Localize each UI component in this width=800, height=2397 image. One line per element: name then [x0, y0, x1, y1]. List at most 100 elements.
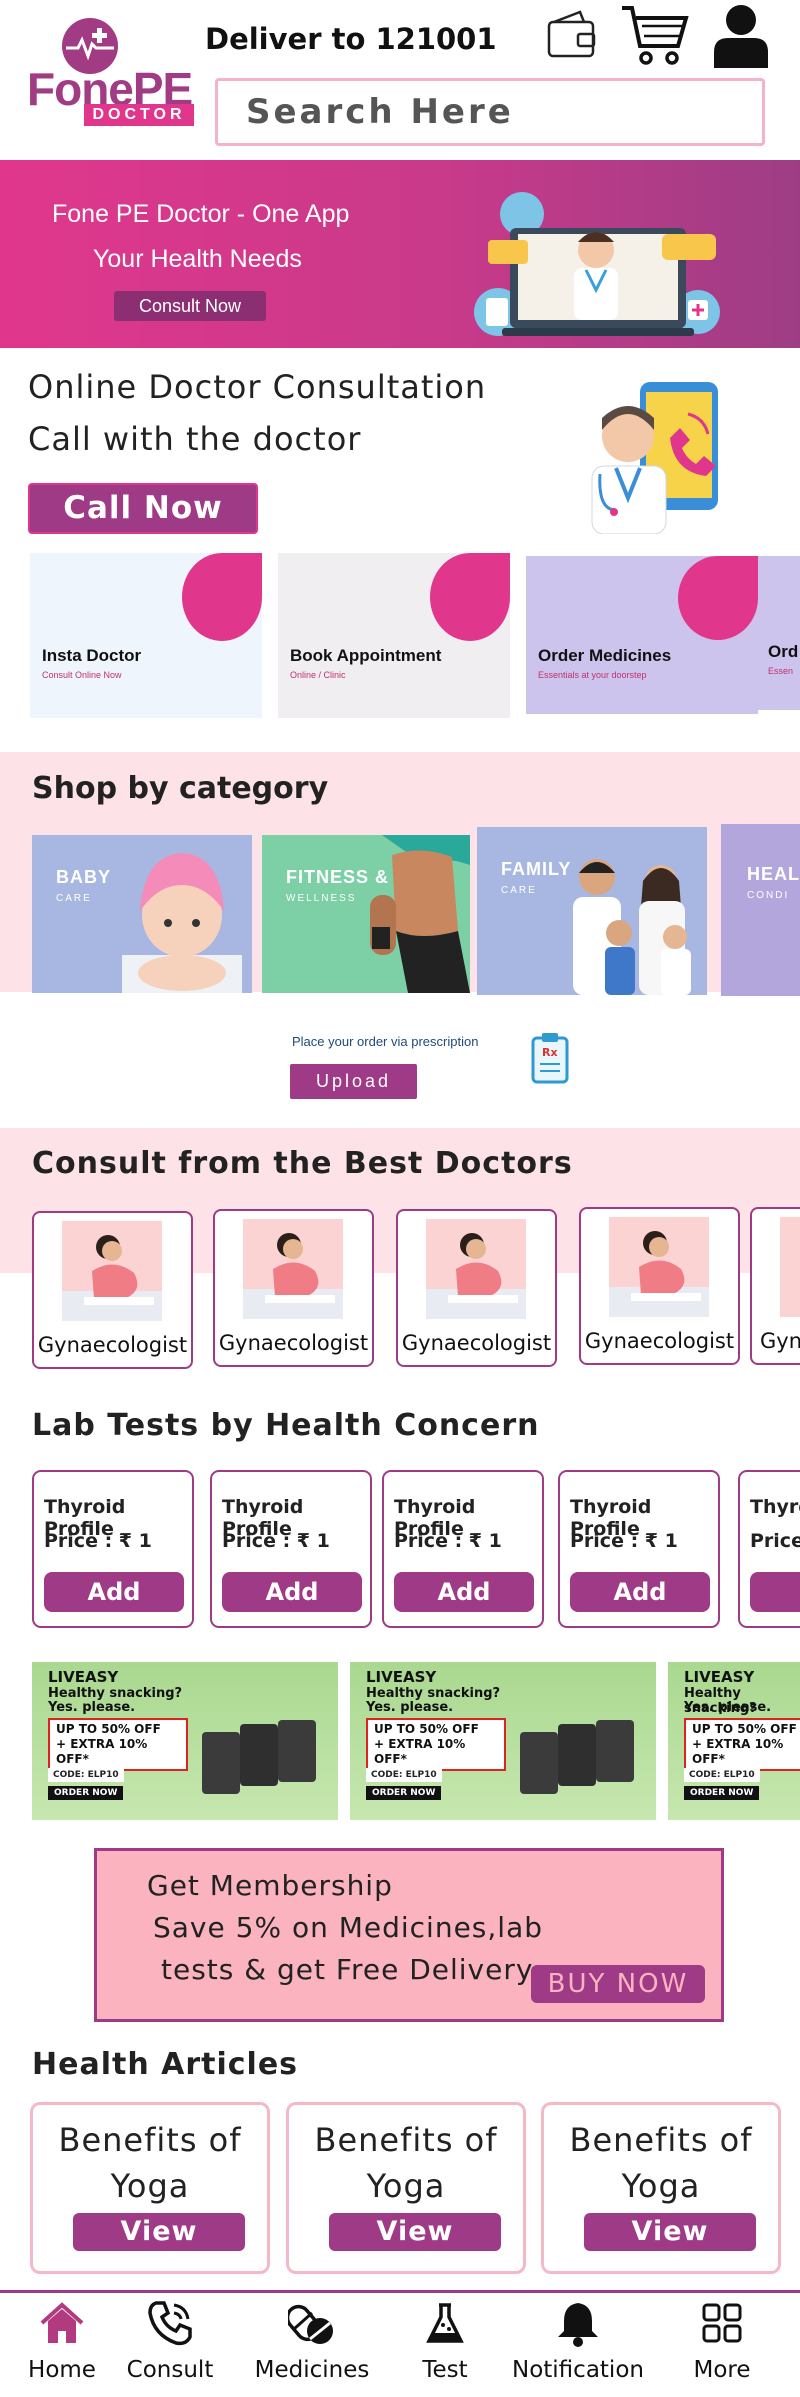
- lab-test-price: Price : ₹ 1: [570, 1530, 678, 1552]
- nav-label: Consult: [126, 2357, 214, 2383]
- promo-subheadline: Yes. please.: [48, 1700, 136, 1715]
- category-label: BABY: [56, 867, 112, 887]
- view-button[interactable]: View: [73, 2213, 245, 2251]
- add-button[interactable]: A: [750, 1572, 800, 1612]
- doctor-card[interactable]: Gynaecologist: [32, 1211, 193, 1369]
- home-icon: [40, 2302, 84, 2343]
- product-jar: [596, 1720, 634, 1782]
- doctor-card[interactable]: Gynaecologist: [396, 1209, 557, 1367]
- call-now-button[interactable]: Call Now: [28, 483, 258, 534]
- doctor-specialty: Gynaecologist: [584, 1329, 735, 1353]
- article-title-line1: Benefits of: [314, 2121, 498, 2159]
- article-title-line2: Yoga: [366, 2167, 446, 2205]
- membership-benefit-line1: Save 5% on Medicines,lab: [153, 1911, 544, 1944]
- product-jar: [558, 1724, 596, 1786]
- add-button[interactable]: Add: [570, 1572, 710, 1612]
- doctor-specialty: Gyn: [760, 1329, 800, 1353]
- deliver-location[interactable]: Deliver to 121001: [205, 22, 497, 56]
- promo-code: CODE: ELP10: [366, 1768, 442, 1782]
- nav-label: Notification: [512, 2357, 644, 2383]
- doctor-card-partial[interactable]: Gyn: [750, 1207, 800, 1365]
- view-button[interactable]: View: [329, 2213, 501, 2251]
- nav-item-consult[interactable]: Consult: [120, 2299, 220, 2383]
- cart-icon[interactable]: [618, 2, 690, 72]
- promo-offer: UP TO 50% OFF + EXTRA 10% OFF*: [684, 1718, 800, 1771]
- category-family-care[interactable]: FAMILY CARE: [477, 827, 707, 995]
- upload-button[interactable]: Upload: [290, 1064, 417, 1099]
- category-health-conditions[interactable]: HEAL CONDI: [721, 824, 800, 996]
- promo-code: CODE: ELP10: [48, 1768, 124, 1782]
- article-title-line1: Benefits of: [58, 2121, 242, 2159]
- add-button[interactable]: Add: [222, 1572, 362, 1612]
- nav-item-notification[interactable]: Notification: [504, 2299, 652, 2383]
- service-title: Book Appointment: [290, 646, 442, 665]
- lab-test-card[interactable]: Thyroid Profile Price : ₹ 1 Add: [32, 1470, 194, 1628]
- category-baby-care[interactable]: BABY CARE: [32, 835, 252, 993]
- promo-offer: UP TO 50% OFF + EXTRA 10% OFF*: [366, 1718, 506, 1771]
- add-button[interactable]: Add: [394, 1572, 534, 1612]
- promo-brand: LIVEASY: [366, 1668, 437, 1686]
- service-illustration-bg: [430, 553, 510, 641]
- order-now-button[interactable]: ORDER NOW: [684, 1786, 760, 1800]
- add-button[interactable]: Add: [44, 1572, 184, 1612]
- fitness-photo: [370, 835, 470, 993]
- doctor-specialty: Gynaecologist: [37, 1333, 188, 1357]
- category-fitness-wellness[interactable]: FITNESS & WELLNESS: [262, 835, 470, 993]
- promo-subheadline: Yes. please.: [366, 1700, 454, 1715]
- service-title: Ord: [768, 642, 799, 661]
- nav-label: Medicines: [254, 2357, 370, 2383]
- consult-now-button[interactable]: Consult Now: [114, 291, 266, 321]
- doctor-specialty: Gynaecologist: [401, 1331, 552, 1355]
- nav-item-home[interactable]: Home: [24, 2299, 100, 2383]
- doctor-image: [426, 1219, 526, 1319]
- logo-sub: DOCTOR: [84, 104, 194, 126]
- wallet-icon[interactable]: [544, 8, 600, 68]
- order-now-button[interactable]: ORDER NOW: [48, 1786, 124, 1800]
- svg-text:Rx: Rx: [542, 1046, 558, 1059]
- promo-offer: UP TO 50% OFF + EXTRA 10% OFF*: [48, 1718, 188, 1771]
- articles-title: Health Articles: [32, 2047, 299, 2082]
- nav-label: Home: [28, 2357, 96, 2383]
- article-card[interactable]: Benefits of Yoga View: [541, 2102, 781, 2274]
- lab-test-card[interactable]: Thyroid Profile Price : ₹ 1 Add: [210, 1470, 372, 1628]
- doctor-image: [609, 1217, 709, 1317]
- article-card[interactable]: Benefits of Yoga View: [30, 2102, 270, 2274]
- lab-test-price: Price: [750, 1530, 800, 1552]
- hero-banner: Fone PE Doctor - One App Your Health Nee…: [0, 160, 800, 348]
- service-card-book-appointment[interactable]: Book Appointment Online / Clinic: [278, 553, 510, 718]
- promo-banner[interactable]: LIVEASY Healthy snacking? Yes. please. U…: [350, 1662, 656, 1820]
- user-icon[interactable]: [710, 2, 772, 72]
- lab-title: Lab Tests by Health Concern: [32, 1408, 540, 1443]
- service-card-order-medicines[interactable]: Order Medicines Essentials at your doors…: [526, 556, 758, 714]
- nav-item-test[interactable]: Test: [410, 2299, 480, 2383]
- lab-test-card[interactable]: Thyroid Profile Price : ₹ 1 Add: [382, 1470, 544, 1628]
- promo-banner[interactable]: LIVEASY Healthy snacking? Yes. please. U…: [32, 1662, 338, 1820]
- search-input[interactable]: Search Here: [215, 78, 765, 146]
- doctor-image: [62, 1221, 162, 1321]
- service-card-insta-doctor[interactable]: Insta Doctor Consult Online Now: [30, 553, 262, 718]
- order-now-button[interactable]: ORDER NOW: [366, 1786, 442, 1800]
- product-jar: [278, 1720, 316, 1782]
- article-card[interactable]: Benefits of Yoga View: [286, 2102, 526, 2274]
- service-subtitle: Essen: [768, 666, 794, 676]
- buy-now-button[interactable]: BUY NOW: [531, 1965, 705, 2003]
- view-button[interactable]: View: [584, 2213, 756, 2251]
- product-jar: [202, 1732, 240, 1794]
- membership-title: Get Membership: [147, 1869, 393, 1902]
- category-label: HEAL: [747, 864, 800, 884]
- nav-item-more[interactable]: More: [682, 2299, 762, 2383]
- lab-test-card-partial[interactable]: Thyro Price A: [738, 1470, 800, 1628]
- doctor-card[interactable]: Gynaecologist: [579, 1207, 740, 1365]
- nav-label: Test: [422, 2357, 468, 2383]
- nav-label: More: [693, 2357, 751, 2383]
- hero-title: Fone PE Doctor - One App: [52, 200, 350, 228]
- service-card-partial[interactable]: Ord Essen: [758, 556, 800, 710]
- service-subtitle: Essentials at your doorstep: [538, 670, 647, 680]
- prescription-text: Place your order via prescription: [292, 1034, 479, 1049]
- promo-banner-partial[interactable]: LIVEASY Healthy snacking? Yes. please. U…: [668, 1662, 800, 1820]
- promo-code: CODE: ELP10: [684, 1768, 760, 1782]
- lab-test-card[interactable]: Thyroid Profile Price : ₹ 1 Add: [558, 1470, 720, 1628]
- prescription-icon[interactable]: Rx: [530, 1030, 570, 1090]
- doctor-card[interactable]: Gynaecologist: [213, 1209, 374, 1367]
- nav-item-medicines[interactable]: Medicines: [250, 2299, 374, 2383]
